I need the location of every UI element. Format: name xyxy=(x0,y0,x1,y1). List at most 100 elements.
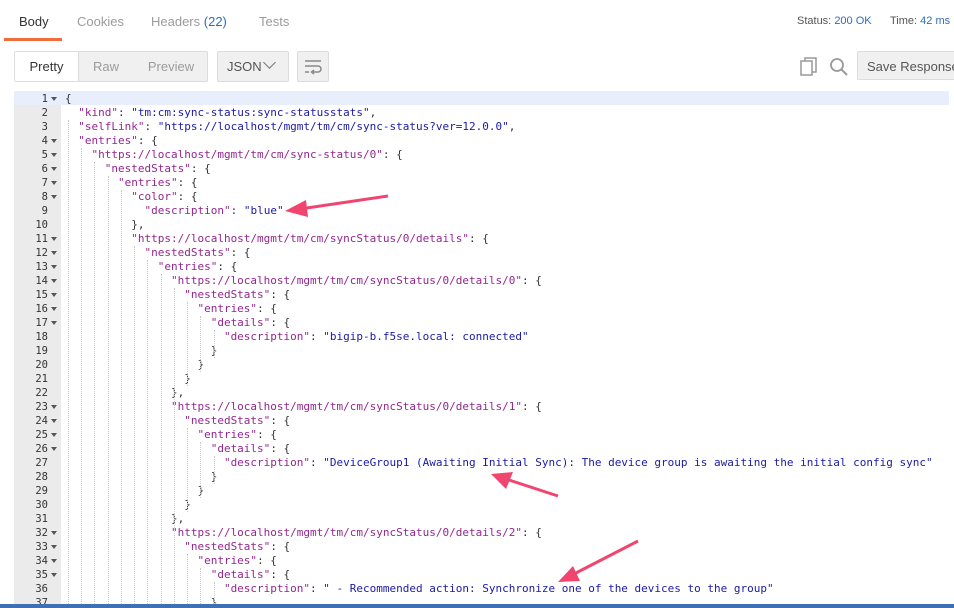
fold-arrow-icon[interactable] xyxy=(51,433,57,437)
indent-guide xyxy=(213,330,215,358)
code-line: 32 "https://localhost/mgmt/tm/cm/syncSta… xyxy=(14,526,954,540)
fold-arrow-icon[interactable] xyxy=(51,531,57,535)
line-number: 37 xyxy=(35,597,48,604)
tab-label: Body xyxy=(19,14,49,29)
json-key: "kind" xyxy=(65,106,118,119)
fold-arrow-icon[interactable] xyxy=(51,545,57,549)
code-line: 24 "nestedStats": { xyxy=(14,414,954,428)
fold-arrow-icon[interactable] xyxy=(51,139,57,143)
pretty-label: Pretty xyxy=(29,59,64,74)
fold-arrow-icon[interactable] xyxy=(51,265,57,269)
code-line: 21 } xyxy=(14,372,954,386)
status-value: 200 OK xyxy=(834,15,872,27)
line-number: 3 xyxy=(41,121,48,133)
fold-arrow-icon[interactable] xyxy=(51,559,57,563)
json-punctuation: : { xyxy=(270,540,291,553)
code-text: { xyxy=(65,92,72,106)
code-line: 15 "nestedStats": { xyxy=(14,288,954,302)
code-line: 36 "description": " - Recommended action… xyxy=(14,582,954,596)
line-number: 5 xyxy=(41,149,48,161)
fold-arrow-icon[interactable] xyxy=(51,307,57,311)
code-line: 28 } xyxy=(14,470,954,484)
code-line: 4 "entries": { xyxy=(14,134,954,148)
fold-arrow-icon[interactable] xyxy=(51,573,57,577)
fold-arrow-icon[interactable] xyxy=(51,419,57,423)
code-text: }, xyxy=(65,386,184,400)
line-number: 23 xyxy=(35,401,48,413)
json-punctuation: }, xyxy=(65,218,145,231)
json-punctuation: : { xyxy=(468,232,489,245)
status-readout: Status: 200 OK xyxy=(797,15,872,27)
json-punctuation: : { xyxy=(257,554,277,567)
time-label: Time: xyxy=(890,15,918,27)
json-key: "entries" xyxy=(65,134,138,147)
code-text: "selfLink": "https://localhost/mgmt/tm/c… xyxy=(65,120,515,134)
save-response-button[interactable]: Save Response xyxy=(857,51,954,80)
indent-guide xyxy=(200,316,202,372)
line-number: 16 xyxy=(35,303,48,315)
search-icon[interactable] xyxy=(829,57,849,77)
fold-arrow-icon[interactable] xyxy=(51,153,57,157)
indent-guide xyxy=(187,428,189,512)
line-number: 33 xyxy=(35,541,48,553)
line-number: 4 xyxy=(41,135,48,147)
tab-cookies[interactable]: Cookies xyxy=(77,14,124,29)
code-text: "details": { xyxy=(65,442,291,456)
code-line: 19 } xyxy=(14,344,954,358)
fold-arrow-icon[interactable] xyxy=(51,251,57,255)
code-text: } xyxy=(65,596,218,604)
json-punctuation: : { xyxy=(257,302,277,315)
json-punctuation: : { xyxy=(230,246,251,259)
fold-arrow-icon[interactable] xyxy=(51,279,57,283)
fold-arrow-icon[interactable] xyxy=(51,293,57,297)
json-key: "nestedStats" xyxy=(65,540,271,553)
json-punctuation: : { xyxy=(270,568,291,581)
fold-arrow-icon[interactable] xyxy=(51,321,57,325)
indent-guide xyxy=(213,456,215,484)
indent-guide xyxy=(147,260,149,604)
pretty-button[interactable]: Pretty xyxy=(15,52,79,81)
code-text: "nestedStats": { xyxy=(65,540,290,554)
code-line: 12 "nestedStats": { xyxy=(14,246,954,260)
fold-arrow-icon[interactable] xyxy=(51,167,57,171)
tab-tests[interactable]: Tests xyxy=(259,14,289,29)
wrap-lines-button[interactable] xyxy=(297,51,329,82)
time-readout: Time: 42 ms xyxy=(890,15,950,27)
code-text: "entries": { xyxy=(65,260,238,274)
fold-arrow-icon[interactable] xyxy=(51,195,57,199)
code-line: 27 "description": "DeviceGroup1 (Awaitin… xyxy=(14,456,954,470)
fold-arrow-icon[interactable] xyxy=(51,97,57,101)
json-punctuation: : { xyxy=(190,162,211,175)
tab-label: Headers xyxy=(151,14,201,29)
fold-arrow-icon[interactable] xyxy=(51,405,57,409)
fold-arrow-icon[interactable] xyxy=(51,237,57,241)
line-number: 1 xyxy=(41,93,48,105)
response-body-viewer[interactable]: 1{2 "kind": "tm:cm:sync-status:sync-stat… xyxy=(14,91,954,604)
json-punctuation: } xyxy=(65,596,218,604)
line-number: 18 xyxy=(35,331,48,343)
line-number: 2 xyxy=(41,107,48,119)
raw-button[interactable]: Raw xyxy=(79,52,133,81)
copy-icon[interactable] xyxy=(800,57,818,77)
indent-guide xyxy=(81,148,83,604)
wrap-lines-icon xyxy=(305,60,322,75)
tab-body[interactable]: Body xyxy=(19,14,49,29)
line-number: 36 xyxy=(35,583,48,595)
code-text: "entries": { xyxy=(65,134,158,148)
fold-arrow-icon[interactable] xyxy=(51,447,57,451)
code-line: 29 } xyxy=(14,484,954,498)
preview-button[interactable]: Preview xyxy=(135,52,207,81)
format-select[interactable]: JSON xyxy=(217,51,289,82)
json-key: "https://localhost/mgmt/tm/cm/sync-statu… xyxy=(65,148,383,161)
code-line: 9 "description": "blue" xyxy=(14,204,954,218)
tab-headers[interactable]: Headers (22) xyxy=(151,14,227,29)
chevron-down-icon xyxy=(263,56,276,69)
code-line: 26 "details": { xyxy=(14,442,954,456)
json-punctuation: }, xyxy=(65,386,185,399)
code-line: 16 "entries": { xyxy=(14,302,954,316)
json-key: "nestedStats" xyxy=(65,162,191,175)
code-line: 23 "https://localhost/mgmt/tm/cm/syncSta… xyxy=(14,400,954,414)
json-key: "details" xyxy=(65,568,271,581)
indent-guide xyxy=(134,246,136,604)
fold-arrow-icon[interactable] xyxy=(51,181,57,185)
